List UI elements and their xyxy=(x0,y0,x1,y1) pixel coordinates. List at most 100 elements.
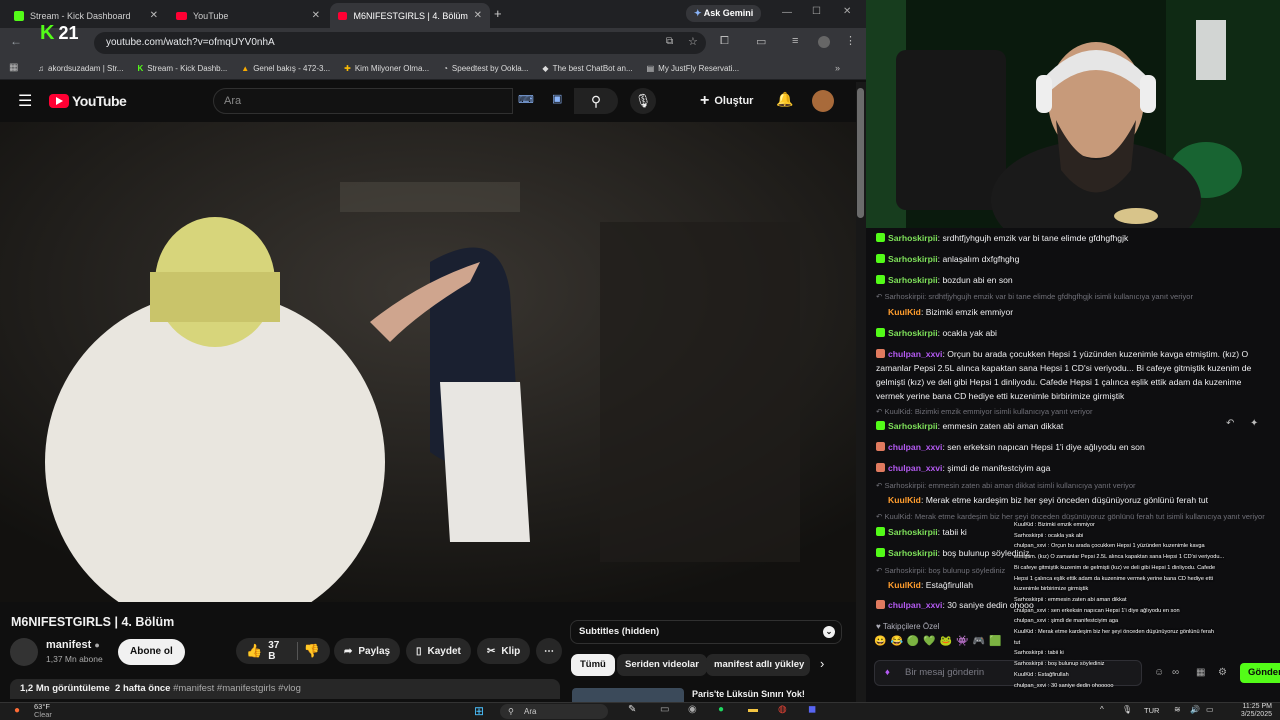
chat-username[interactable]: Sarhoskirpii xyxy=(888,527,938,537)
chat-message[interactable]: Sarhoskirpii: ocakla yak abi xyxy=(876,326,997,340)
address-bar[interactable]: youtube.com/watch?v=ofmqUYV0nhA xyxy=(94,32,706,54)
tray-chevron-icon[interactable]: ^ xyxy=(1100,705,1104,714)
emote-icon[interactable]: 🐸 xyxy=(940,636,952,647)
windows-start-icon[interactable]: ⊞ xyxy=(474,704,484,718)
chat-username[interactable]: Sarhoskirpii xyxy=(888,254,938,264)
chat-username[interactable]: KuulKid xyxy=(888,307,921,317)
emote-icon[interactable]: 💚 xyxy=(923,636,935,647)
taskbar-search[interactable]: ⚲ Ara xyxy=(500,704,608,719)
profile-avatar[interactable] xyxy=(818,36,830,48)
chat-message[interactable]: KuulKid: Bizimki emzik emmiyor xyxy=(876,305,1013,319)
search-tool-icon[interactable]: ▣ xyxy=(552,92,562,105)
tab-kick-dashboard[interactable]: Stream - Kick Dashboard ✕ xyxy=(6,3,166,28)
like-icon[interactable]: 👍 xyxy=(246,643,262,659)
subscribe-button[interactable]: Abone ol xyxy=(118,639,185,665)
bookmark-item[interactable]: ◔ Speedtest by Ookla... xyxy=(443,64,528,73)
chat-message[interactable]: chulpan_xxvi: şimdi de manifestciyim aga xyxy=(876,461,1050,475)
obs-app-icon[interactable]: ◉ xyxy=(688,704,697,715)
chat-username[interactable]: chulpan_xxvi xyxy=(888,442,942,452)
hashtags[interactable]: #manifest #manifestgirls #vlog xyxy=(173,683,301,694)
chrome-app-icon[interactable]: ◍ xyxy=(778,704,787,715)
emote-icon[interactable]: 😂 xyxy=(890,636,902,647)
chat-message[interactable]: chulpan_xxvi: 30 saniye dedin ohooo xyxy=(876,598,1034,612)
spotify-app-icon[interactable]: ● xyxy=(718,704,724,715)
keyboard-icon[interactable]: ⌨ xyxy=(518,93,534,106)
page-scrollbar[interactable] xyxy=(856,82,866,702)
scrollbar-thumb[interactable] xyxy=(857,88,864,218)
volume-icon[interactable]: 🔊 xyxy=(1190,705,1200,714)
youtube-logo[interactable]: YouTube xyxy=(49,93,127,109)
create-button[interactable]: + Oluştur xyxy=(700,88,753,114)
close-window-icon[interactable]: ✕ xyxy=(843,6,851,17)
close-tab-icon[interactable]: ✕ xyxy=(474,10,482,21)
chat-username[interactable]: Sarhoskirpii xyxy=(888,548,938,558)
language-indicator[interactable]: TUR xyxy=(1144,706,1159,715)
reply-icon[interactable]: ↶ xyxy=(1226,418,1234,429)
chat-username[interactable]: KuulKid xyxy=(888,495,921,505)
chat-username[interactable]: Sarhoskirpii xyxy=(888,275,938,285)
emote-picker-icon[interactable]: ☺ xyxy=(1154,667,1164,678)
chat-message[interactable]: KuulKid: Merak etme kardeşim biz her şey… xyxy=(876,493,1208,507)
chat-message[interactable]: Sarhoskirpii: bozdun abi en son xyxy=(876,273,1013,287)
clock[interactable]: 11:25 PM 3/25/2025 xyxy=(1226,703,1272,719)
chat-message[interactable]: Sarhoskirpii: srdhtfjyhgujh emzik var bi… xyxy=(876,231,1128,245)
notifications-bell-icon[interactable]: 🔔 xyxy=(776,91,793,108)
account-avatar[interactable] xyxy=(812,90,834,112)
bookmark-item[interactable]: ▤ My JustFly Reservati... xyxy=(647,64,739,73)
chip-all[interactable]: Tümü xyxy=(571,654,615,676)
bookmark-item[interactable]: ▲ Genel bakış - 472-3... xyxy=(241,64,330,73)
battery-icon[interactable]: ▭ xyxy=(1206,705,1214,714)
wifi-icon[interactable]: ≋ xyxy=(1174,705,1181,714)
emote-icon[interactable]: 🟩 xyxy=(989,636,1001,647)
kebab-menu-icon[interactable]: ⋮ xyxy=(845,34,856,47)
microphone-tray-icon[interactable]: 🎙 xyxy=(1122,705,1132,714)
like-count[interactable]: 37 B xyxy=(268,640,287,662)
link-icon[interactable]: ∞ xyxy=(1172,667,1179,678)
chat-message[interactable]: KuulKid: Estağfirullah xyxy=(876,578,973,592)
subtitles-panel[interactable]: Subtitles (hidden) ⌄ xyxy=(570,620,842,644)
chevron-right-icon[interactable]: › xyxy=(820,656,824,671)
chat-username[interactable]: Sarhoskirpii xyxy=(888,233,938,243)
chat-username[interactable]: Sarhoskirpii xyxy=(888,421,938,431)
hamburger-menu-icon[interactable]: ☰ xyxy=(18,91,32,111)
emote-icon[interactable]: 👾 xyxy=(956,636,968,647)
settings-gear-icon[interactable]: ⚙ xyxy=(1218,667,1227,678)
more-bookmarks-icon[interactable]: » xyxy=(835,63,840,73)
chat-message[interactable]: Sarhoskirpii: boş bulunup söylediniz xyxy=(876,546,1029,560)
widgets-icon[interactable]: ✎ xyxy=(628,704,636,715)
chat-username[interactable]: chulpan_xxvi xyxy=(888,600,942,610)
chip-uploader[interactable]: manifest adlı yükley xyxy=(706,654,810,676)
close-tab-icon[interactable]: ✕ xyxy=(150,10,158,21)
emote-icon[interactable]: 😀 xyxy=(874,636,886,647)
bookmark-item[interactable]: K Stream - Kick Dashb... xyxy=(137,64,227,73)
extensions-icon[interactable]: ⧠ xyxy=(720,35,729,48)
tab-video[interactable]: M6NIFESTGIRLS | 4. Bölüm - Yo ✕ xyxy=(330,3,490,28)
bookmark-item[interactable]: ◆ The best ChatBot an... xyxy=(542,64,632,73)
chat-username[interactable]: KuulKid xyxy=(888,580,921,590)
send-button[interactable]: Gönder xyxy=(1240,663,1280,683)
video-player[interactable] xyxy=(0,122,856,602)
emote-icon[interactable]: 🟢 xyxy=(907,636,919,647)
chat-username[interactable]: chulpan_xxvi xyxy=(888,349,942,359)
discord-app-icon[interactable]: ◼ xyxy=(808,704,816,715)
next-video-thumbnail[interactable] xyxy=(572,688,684,702)
close-tab-icon[interactable]: ✕ xyxy=(312,10,320,21)
cast-icon[interactable]: ▭ xyxy=(756,35,766,48)
more-actions-button[interactable]: ⋯ xyxy=(536,638,562,664)
description-box[interactable]: 1,2 Mn görüntüleme 2 hafta önce #manifes… xyxy=(10,679,560,699)
share-button[interactable]: ➦ Paylaş xyxy=(334,638,401,664)
weather-widget[interactable]: 63°F Clear xyxy=(34,703,52,719)
chat-message[interactable]: chulpan_xxvi: Orçun bu arada çocukken He… xyxy=(876,347,1276,403)
gift-icon[interactable]: ▦ xyxy=(1196,667,1205,678)
next-video-title[interactable]: Paris'te Lüksün Sınırı Yok! xyxy=(692,689,805,699)
bookmark-star-icon[interactable]: ☆ xyxy=(688,35,698,48)
minimize-icon[interactable]: — xyxy=(782,7,792,18)
tab-youtube[interactable]: YouTube ✕ xyxy=(168,3,328,28)
file-explorer-icon[interactable]: ▬ xyxy=(748,704,758,715)
pin-icon[interactable]: ✦ xyxy=(1250,418,1258,429)
apps-grid-icon[interactable]: ▦ xyxy=(9,62,18,73)
emote-icon[interactable]: 🎮 xyxy=(973,636,985,647)
search-input[interactable]: Ara xyxy=(213,88,513,114)
dislike-icon[interactable]: 👎 xyxy=(304,643,320,659)
chevron-down-icon[interactable]: ⌄ xyxy=(823,626,835,638)
